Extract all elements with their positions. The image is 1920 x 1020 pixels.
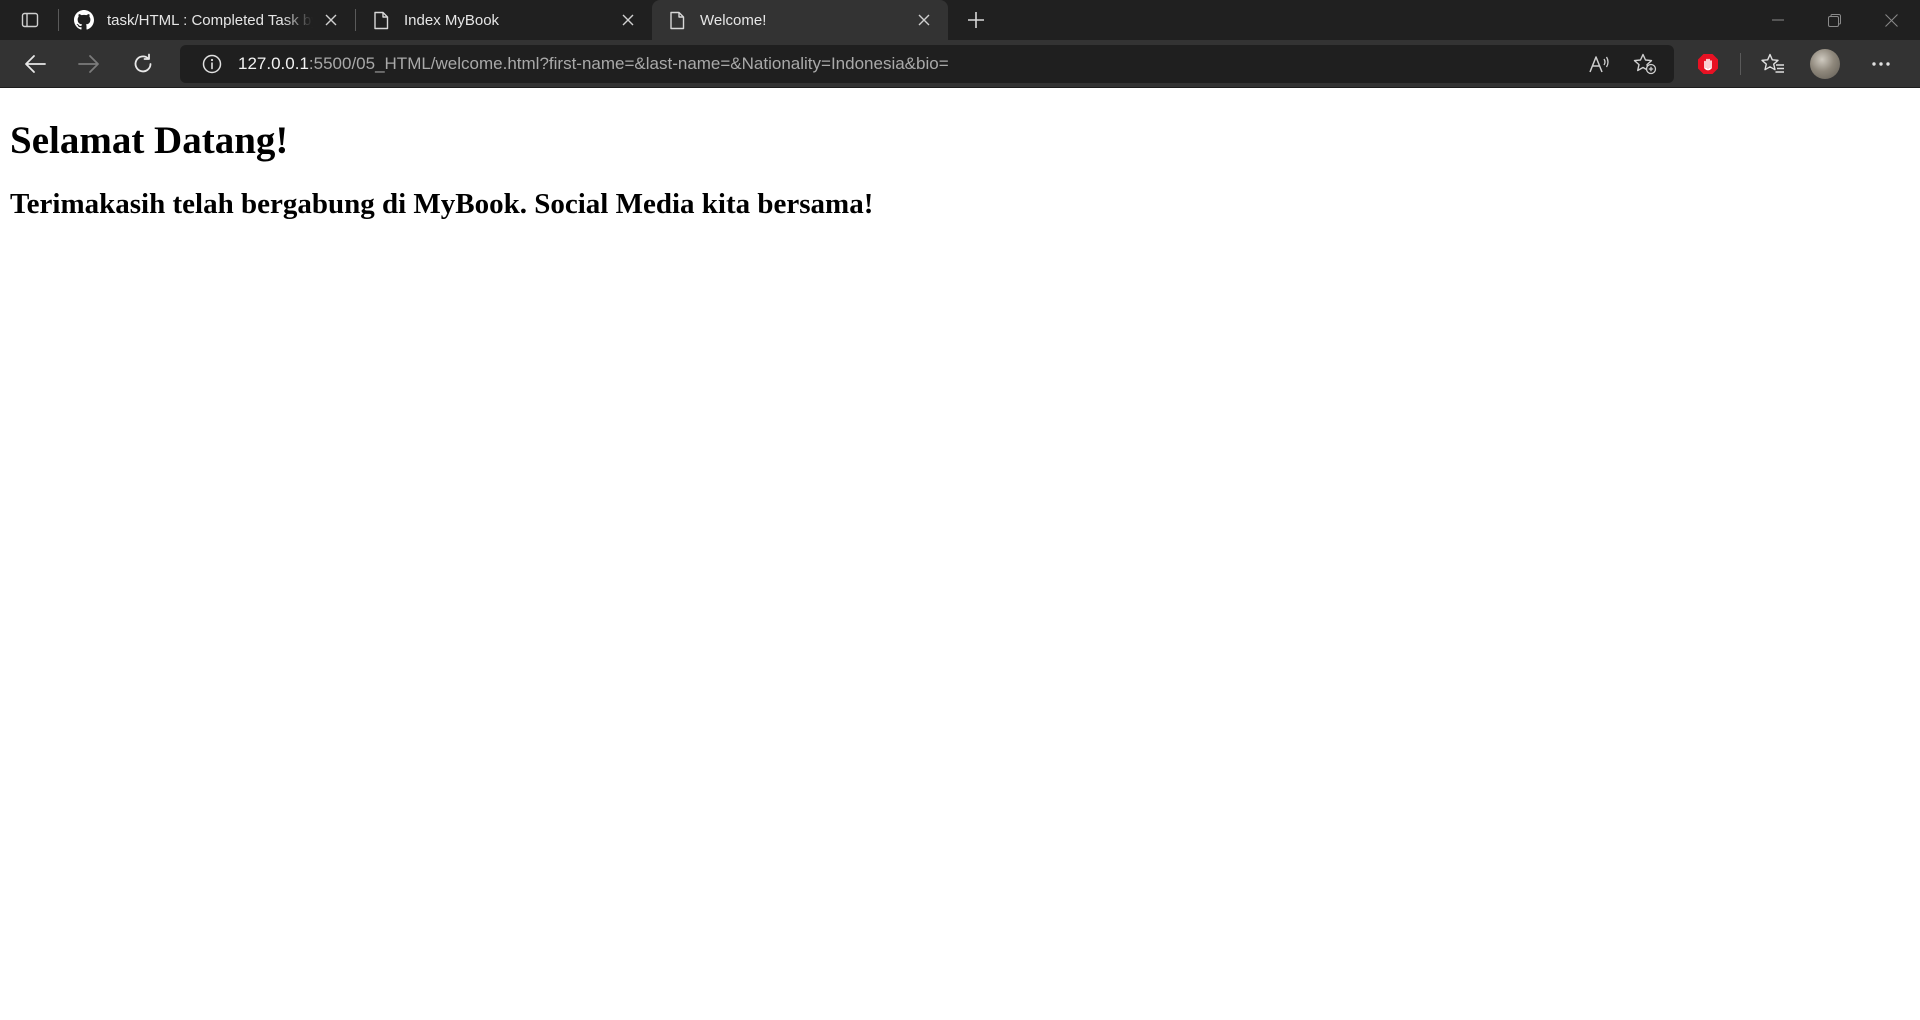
close-window-button[interactable] bbox=[1863, 0, 1920, 40]
tab-strip: task/HTML : Completed Task by Index MyBo… bbox=[0, 0, 1920, 40]
refresh-button[interactable] bbox=[120, 44, 166, 84]
url-host: 127.0.0.1 bbox=[238, 54, 309, 73]
profile-button[interactable] bbox=[1799, 44, 1851, 84]
browser-toolbar: 127.0.0.1:5500/05_HTML/welcome.html?firs… bbox=[0, 40, 1920, 88]
minimize-icon bbox=[1771, 14, 1784, 26]
close-icon[interactable] bbox=[319, 8, 343, 32]
tab-title: task/HTML : Completed Task by bbox=[107, 11, 313, 29]
tab-title: Index MyBook bbox=[404, 11, 500, 29]
adblock-extension-icon bbox=[1697, 53, 1719, 75]
tab-actions-icon bbox=[21, 11, 39, 29]
favorites-icon bbox=[1761, 53, 1785, 75]
close-window-icon bbox=[1885, 13, 1898, 27]
window-controls bbox=[1749, 0, 1920, 40]
profile-avatar bbox=[1810, 49, 1840, 79]
tab-github[interactable]: task/HTML : Completed Task by bbox=[59, 0, 355, 40]
github-icon bbox=[73, 9, 95, 31]
document-icon bbox=[370, 9, 392, 31]
more-menu-icon bbox=[1871, 61, 1891, 67]
forward-button[interactable] bbox=[66, 44, 112, 84]
tab-title: Welcome! bbox=[700, 11, 767, 29]
tab-actions-button[interactable] bbox=[8, 0, 52, 40]
address-bar-actions bbox=[1576, 45, 1668, 83]
welcome-message: Terimakasih telah bergabung di MyBook. S… bbox=[10, 188, 874, 220]
page-viewport: Selamat Datang! Terimakasih telah bergab… bbox=[0, 88, 1920, 1020]
new-tab-button[interactable] bbox=[956, 0, 996, 40]
info-icon[interactable] bbox=[200, 52, 224, 76]
document-icon bbox=[666, 9, 688, 31]
back-button[interactable] bbox=[12, 44, 58, 84]
favorites-button[interactable] bbox=[1747, 44, 1799, 84]
more-menu-button[interactable] bbox=[1855, 44, 1907, 84]
tab-welcome[interactable]: Welcome! bbox=[652, 0, 948, 40]
toolbar-right bbox=[1682, 40, 1907, 88]
restore-button[interactable] bbox=[1806, 0, 1863, 40]
close-icon[interactable] bbox=[616, 8, 640, 32]
minimize-button[interactable] bbox=[1749, 0, 1806, 40]
toolbar-separator bbox=[1740, 53, 1741, 75]
tab-index-mybook[interactable]: Index MyBook bbox=[356, 0, 652, 40]
extension-button[interactable] bbox=[1682, 44, 1734, 84]
page-title: Selamat Datang! bbox=[10, 119, 289, 162]
url-path: :5500/05_HTML/welcome.html?first-name=&l… bbox=[308, 54, 949, 73]
plus-icon bbox=[967, 11, 985, 29]
refresh-icon bbox=[132, 53, 154, 75]
restore-icon bbox=[1828, 13, 1841, 27]
address-bar[interactable]: 127.0.0.1:5500/05_HTML/welcome.html?firs… bbox=[180, 45, 1674, 83]
close-icon[interactable] bbox=[912, 8, 936, 32]
add-favorite-button[interactable] bbox=[1622, 45, 1668, 83]
back-arrow-icon bbox=[24, 54, 46, 74]
url-text[interactable]: 127.0.0.1:5500/05_HTML/welcome.html?firs… bbox=[238, 54, 949, 74]
read-aloud-button[interactable] bbox=[1576, 45, 1622, 83]
forward-arrow-icon bbox=[78, 54, 100, 74]
read-aloud-icon bbox=[1588, 54, 1610, 74]
browser-window: task/HTML : Completed Task by Index MyBo… bbox=[0, 0, 1920, 1020]
add-favorite-icon bbox=[1633, 53, 1657, 75]
